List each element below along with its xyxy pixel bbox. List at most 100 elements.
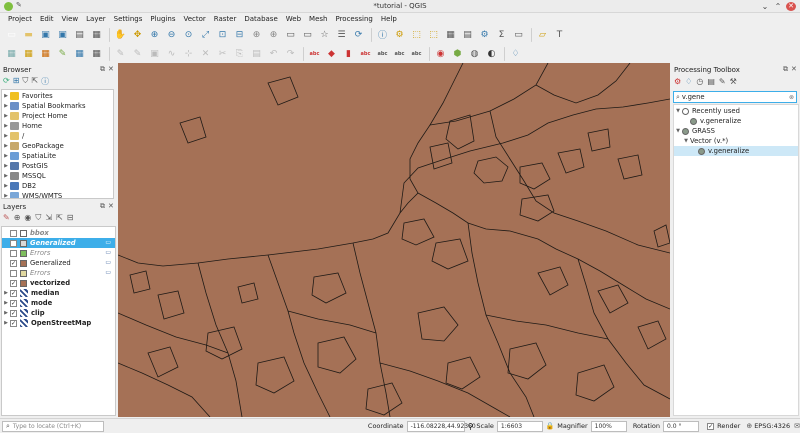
add-vector-icon[interactable]: ▦	[4, 46, 19, 61]
layer-item[interactable]: ✓ vectorized	[2, 278, 115, 288]
open-project-icon[interactable]: ▬	[21, 27, 36, 42]
layer-symbol-swatch[interactable]	[20, 239, 27, 247]
processing-search-input[interactable]: v.gene	[682, 93, 789, 101]
close-icon[interactable]: ✕	[108, 65, 114, 73]
zoom-native-icon[interactable]: ⊙	[181, 27, 196, 42]
layer-item[interactable]: Errors ▭	[2, 268, 115, 278]
layer-item[interactable]: ✓ Generalized ▭	[2, 258, 115, 268]
messages-icon[interactable]: ✉	[794, 422, 800, 430]
add-spatialite-icon[interactable]: ▦	[72, 46, 87, 61]
results-icon[interactable]: ▤	[707, 77, 715, 88]
collapse-icon[interactable]: ⇱	[56, 213, 63, 224]
python-console-icon[interactable]: ♢	[508, 46, 523, 61]
layer-symbol-swatch[interactable]	[20, 279, 27, 287]
processing-tree-item[interactable]: v.generalize	[674, 146, 798, 156]
plugin-2-icon[interactable]: ⬢	[450, 46, 465, 61]
refresh-icon[interactable]: ⟳	[3, 76, 10, 87]
layer-item[interactable]: ▶ ✓ clip	[2, 308, 115, 318]
cut-icon[interactable]: ✂	[215, 46, 230, 61]
save-edits-icon[interactable]: ▣	[147, 46, 162, 61]
add-icon[interactable]: ⊞	[13, 76, 20, 87]
layer-item[interactable]: ▶ ✓ mode	[2, 298, 115, 308]
save-as-icon[interactable]: ▣	[55, 27, 70, 42]
undo-icon[interactable]: ↶	[266, 46, 281, 61]
new-project-icon[interactable]: ▭	[4, 27, 19, 42]
toggle-editing-icon[interactable]: ✎	[130, 46, 145, 61]
layer-visibility-checkbox[interactable]: ✓	[10, 319, 17, 327]
map-canvas[interactable]	[118, 63, 670, 417]
layer-item[interactable]: Generalized ▭	[2, 238, 115, 248]
processing-search-field[interactable]: ⌕ v.gene ⊗	[673, 91, 797, 103]
browser-item[interactable]: ▶ DB2	[2, 181, 113, 191]
magnifier-field[interactable]: 100%	[590, 420, 627, 432]
layer-visibility-checkbox[interactable]: ✓	[10, 299, 17, 307]
temporary-layer-icon[interactable]: ▭	[105, 248, 111, 258]
save-project-icon[interactable]: ▣	[38, 27, 53, 42]
expand-arrow-icon[interactable]: ▶	[2, 121, 10, 131]
expand-arrow-icon[interactable]: ▶	[2, 161, 10, 171]
delete-selected-icon[interactable]: ✕	[198, 46, 213, 61]
menu-mesh[interactable]: Mesh	[305, 15, 331, 23]
temporary-layer-icon[interactable]: ▭	[105, 268, 111, 278]
close-icon[interactable]: ✕	[108, 202, 114, 210]
zoom-next-icon[interactable]: ⊕	[266, 27, 281, 42]
float-icon[interactable]: ⧉	[100, 202, 105, 211]
model-icon[interactable]: ⚙	[674, 77, 681, 88]
coordinate-field[interactable]: -116.08228,44.92360	[406, 420, 476, 432]
redo-icon[interactable]: ↷	[283, 46, 298, 61]
label-highlight-icon[interactable]: ▮	[341, 46, 356, 61]
new-3d-view-icon[interactable]: ▭	[300, 27, 315, 42]
pan-to-selection-icon[interactable]: ✥	[130, 27, 145, 42]
refresh-icon[interactable]: ⟳	[351, 27, 366, 42]
open-attribute-icon[interactable]: ▦	[443, 27, 458, 42]
style-icon[interactable]: ✎	[3, 213, 10, 224]
plugin-4-icon[interactable]: ◐	[484, 46, 499, 61]
python-icon[interactable]: ♢	[685, 77, 692, 88]
close-icon[interactable]: ✕	[791, 65, 797, 73]
scale-field[interactable]: 1:6603	[496, 420, 543, 432]
settings-icon[interactable]: ⚒	[730, 77, 737, 88]
zoom-full-icon[interactable]: ⤢	[198, 27, 213, 42]
browser-item[interactable]: ▶ Favorites	[2, 91, 113, 101]
eye-icon[interactable]: ◉	[24, 213, 31, 224]
annotation-icon[interactable]: ▱	[535, 27, 550, 42]
info-icon[interactable]: ⓘ	[41, 76, 49, 87]
expand-arrow-icon[interactable]: ▼	[682, 136, 690, 146]
zoom-last-icon[interactable]: ⊕	[249, 27, 264, 42]
render-checkbox[interactable]: ✓	[707, 422, 715, 430]
layer-visibility-checkbox[interactable]	[10, 239, 17, 247]
paste-icon[interactable]: ▤	[249, 46, 264, 61]
label-pin-icon[interactable]: ◆	[324, 46, 339, 61]
zoom-layer-icon[interactable]: ⊟	[232, 27, 247, 42]
layer-visibility-checkbox[interactable]: ✓	[10, 259, 17, 267]
browser-item[interactable]: ▶ Spatial Bookmarks	[2, 101, 113, 111]
identify-icon[interactable]: ⓘ	[375, 27, 390, 42]
show-bookmarks-icon[interactable]: ☰	[334, 27, 349, 42]
minimize-button[interactable]: ⌄	[760, 2, 770, 11]
locate-input[interactable]: Type to locate (Ctrl+K)	[13, 422, 81, 431]
layer-visibility-checkbox[interactable]	[10, 249, 17, 257]
maximize-button[interactable]: ⌃	[773, 2, 783, 11]
browser-item[interactable]: ▶ Home	[2, 121, 113, 131]
field-calculator-icon[interactable]: ▤	[460, 27, 475, 42]
statistics-icon[interactable]: Σ	[494, 27, 509, 42]
filter-icon[interactable]: ⛉	[35, 213, 41, 224]
layer-visibility-checkbox[interactable]: ✓	[10, 279, 17, 287]
expand-arrow-icon[interactable]: ▶	[2, 131, 10, 141]
expand-arrow-icon[interactable]: ▼	[674, 106, 682, 116]
expand-arrow-icon[interactable]: ▶	[2, 181, 10, 191]
options-icon[interactable]: ✎	[719, 77, 726, 88]
add-virtual-icon[interactable]: ▦	[89, 46, 104, 61]
history-icon[interactable]: ◷	[696, 77, 703, 88]
zoom-out-icon[interactable]: ⊖	[164, 27, 179, 42]
label-icon[interactable]: abc	[307, 46, 322, 61]
label-show-icon[interactable]: abc	[358, 46, 373, 61]
menu-help[interactable]: Help	[377, 15, 401, 23]
menu-vector[interactable]: Vector	[179, 15, 209, 23]
action-icon[interactable]: ⚙	[392, 27, 407, 42]
add-mesh-icon[interactable]: ▦	[38, 46, 53, 61]
menu-database[interactable]: Database	[240, 15, 281, 23]
browser-item[interactable]: ▶ /	[2, 131, 113, 141]
expand-arrow-icon[interactable]: ▶	[2, 101, 10, 111]
layer-visibility-checkbox[interactable]: ✓	[10, 289, 17, 297]
